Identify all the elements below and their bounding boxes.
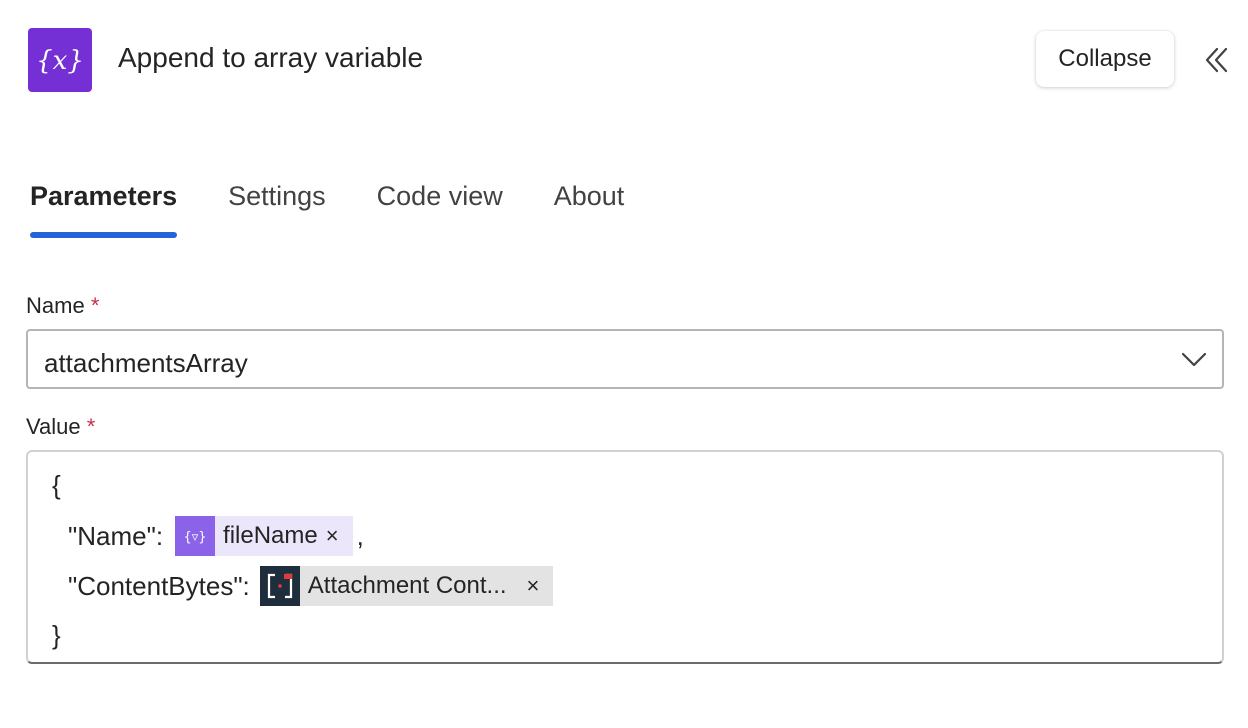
dynamic-token-attachment-content[interactable]: Attachment Cont... ×: [259, 566, 554, 606]
panel-header: {x} Append to array variable Collapse: [0, 0, 1248, 120]
svg-text:{▿}: {▿}: [184, 530, 206, 545]
value-line-name: "Name": {▿} fileName × ,: [68, 516, 364, 556]
value-editor[interactable]: { "Name": {▿} fileName × , "ContentBytes…: [26, 450, 1224, 664]
dynamic-token-filename[interactable]: {▿} fileName ×: [175, 516, 353, 556]
remove-token-icon[interactable]: ×: [318, 523, 353, 549]
open-brace: {: [52, 470, 61, 500]
name-field-label: Name *: [26, 293, 99, 319]
svg-text:{x}: {x}: [36, 46, 84, 76]
json-key: "Name":: [68, 520, 164, 551]
tab-about[interactable]: About: [554, 174, 625, 238]
variable-icon: {x}: [28, 28, 92, 92]
name-label-text: Name: [26, 293, 85, 318]
tab-settings[interactable]: Settings: [228, 174, 326, 238]
attachment-token-icon: [259, 566, 300, 606]
token-label: Attachment Cont...: [307, 572, 507, 599]
chevron-down-icon: [1180, 349, 1208, 374]
variable-token-icon: {▿}: [175, 516, 216, 556]
double-chevron-left-icon[interactable]: [1196, 40, 1236, 80]
remove-token-icon[interactable]: ×: [507, 573, 554, 599]
json-comma: ,: [356, 520, 364, 551]
name-dropdown-value: attachmentsArray: [44, 348, 248, 378]
collapse-button[interactable]: Collapse: [1036, 31, 1174, 87]
value-line-contentbytes: "ContentBytes": Attachment Cont... ×: [68, 566, 554, 606]
page-title: Append to array variable: [118, 42, 424, 73]
tab-code-view[interactable]: Code view: [377, 174, 503, 238]
required-marker: *: [86, 414, 96, 439]
value-field-label: Value *: [26, 414, 95, 440]
value-label-text: Value: [26, 414, 81, 439]
tab-parameters[interactable]: Parameters: [30, 174, 178, 238]
variable-icon-glyph: {x}: [36, 46, 84, 76]
tab-bar: Parameters Settings Code view About: [30, 174, 675, 240]
token-label: fileName: [223, 522, 318, 549]
name-dropdown[interactable]: attachmentsArray: [26, 329, 1224, 389]
json-key: "ContentBytes":: [68, 570, 250, 601]
required-marker: *: [90, 293, 100, 318]
close-brace: }: [52, 620, 61, 650]
